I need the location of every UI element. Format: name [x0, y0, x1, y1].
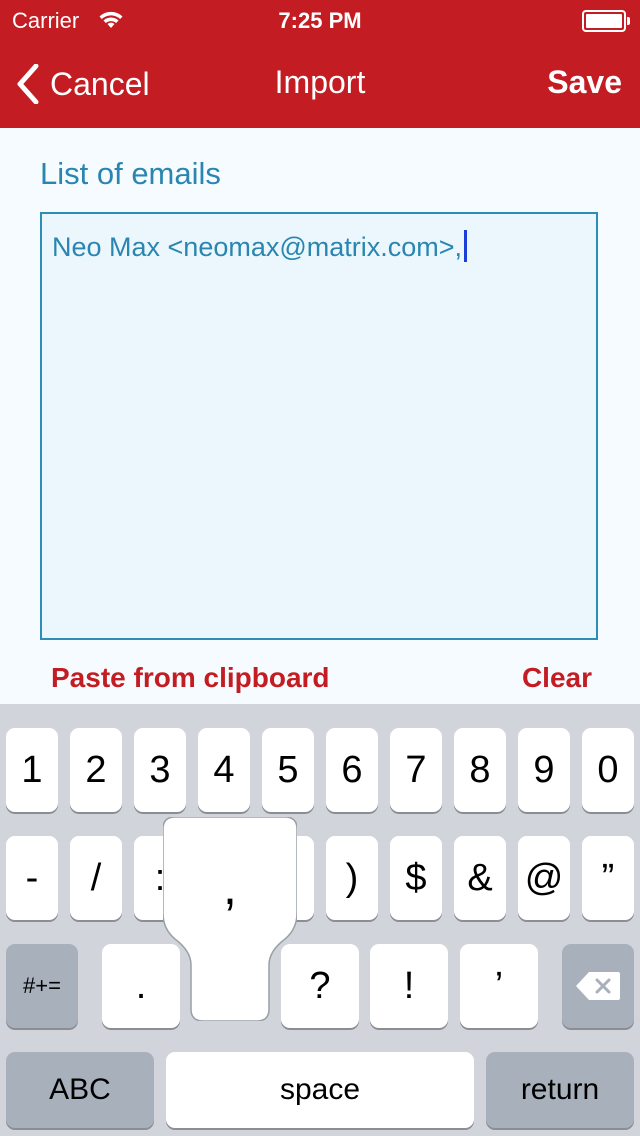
- key-at[interactable]: @: [518, 836, 570, 920]
- return-key[interactable]: return: [486, 1052, 634, 1128]
- key-8[interactable]: 8: [454, 728, 506, 812]
- key-0[interactable]: 0: [582, 728, 634, 812]
- cancel-label: Cancel: [50, 65, 150, 102]
- emails-label: List of emails: [40, 156, 221, 191]
- save-button[interactable]: Save: [547, 64, 622, 101]
- key-ampersand[interactable]: &: [454, 836, 506, 920]
- key-1[interactable]: 1: [6, 728, 58, 812]
- key-popup: [163, 817, 297, 1021]
- navigation-bar: Cancel Import Save: [0, 40, 640, 128]
- key-6[interactable]: 6: [326, 728, 378, 812]
- key-apostrophe[interactable]: ’: [460, 944, 538, 1028]
- text-cursor: [464, 230, 468, 262]
- clear-button[interactable]: Clear: [522, 662, 592, 694]
- keyboard: 1 2 3 4 5 6 7 8 9 0 - / : ( ) $ & @ ” #+…: [0, 704, 640, 1136]
- key-9[interactable]: 9: [518, 728, 570, 812]
- key-slash[interactable]: /: [70, 836, 122, 920]
- key-3[interactable]: 3: [134, 728, 186, 812]
- key-7[interactable]: 7: [390, 728, 442, 812]
- emails-text: Neo Max <neomax@matrix.com>,: [52, 232, 463, 262]
- cancel-button[interactable]: Cancel: [16, 60, 150, 108]
- battery-icon: [582, 10, 630, 32]
- key-4[interactable]: 4: [198, 728, 250, 812]
- delete-key[interactable]: [562, 944, 634, 1028]
- key-2[interactable]: 2: [70, 728, 122, 812]
- key-close-paren[interactable]: ): [326, 836, 378, 920]
- status-time: 7:25 PM: [278, 8, 362, 33]
- paste-from-clipboard-button[interactable]: Paste from clipboard: [51, 662, 330, 694]
- key-quote[interactable]: ”: [582, 836, 634, 920]
- key-dollar[interactable]: $: [390, 836, 442, 920]
- backspace-icon: [576, 972, 620, 1000]
- key-5[interactable]: 5: [262, 728, 314, 812]
- top-bar: Carrier 7:25 PM Cancel Import Save: [0, 0, 640, 128]
- more-symbols-key[interactable]: #+=: [6, 944, 78, 1028]
- emails-textarea[interactable]: Neo Max <neomax@matrix.com>,: [40, 212, 598, 640]
- abc-key[interactable]: ABC: [6, 1052, 154, 1128]
- status-bar: Carrier 7:25 PM: [0, 0, 640, 40]
- chevron-left-icon: [17, 64, 39, 104]
- key-hyphen[interactable]: -: [6, 836, 58, 920]
- space-key[interactable]: space: [166, 1052, 474, 1128]
- key-exclamation[interactable]: !: [370, 944, 448, 1028]
